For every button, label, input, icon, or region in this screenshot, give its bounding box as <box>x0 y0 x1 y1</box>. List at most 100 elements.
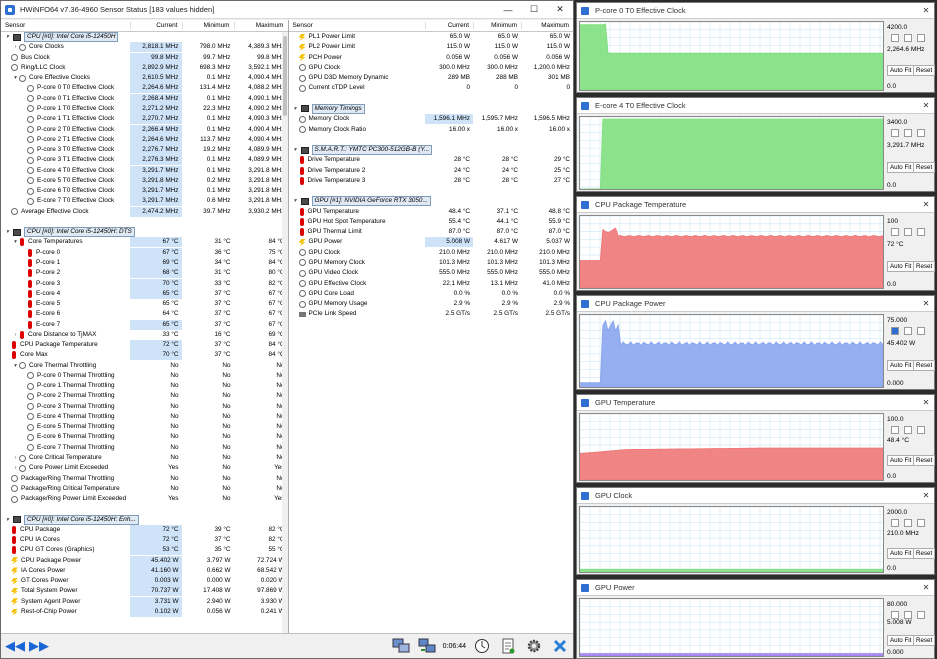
sensor-row[interactable]: Memory Clock 1,596.1 MHz 1,595.7 MHz 1,596.… <box>289 114 574 125</box>
sensor-row[interactable]: CPU GT Cores (Graphics) 53 °C 35 °C 55 °C <box>1 545 288 556</box>
graph-window[interactable]: P-core 0 T0 Effective Clock ✕ 4200.0 2,264.… <box>576 2 936 93</box>
auto-fit-button[interactable]: Auto Fit <box>887 162 915 173</box>
expand-arrow-icon[interactable]: ▾ <box>12 73 19 83</box>
sensor-row[interactable]: ▾ Core Temperatures 67 °C 31 °C 84 °C <box>1 237 288 248</box>
sensor-row[interactable]: › Core Critical Temperature No No No <box>1 453 288 463</box>
sensor-row[interactable]: GPU Power 5.008 W 4.617 W 5.037 W <box>289 237 574 248</box>
graph-checkbox[interactable] <box>891 228 899 236</box>
sensor-row[interactable]: E-core 4 Thermal Throttling No No No <box>1 412 288 422</box>
minimize-button[interactable]: — <box>495 1 521 19</box>
auto-fit-button[interactable]: Auto Fit <box>887 548 915 559</box>
graph-checkbox[interactable] <box>917 34 925 42</box>
maximum-column-header[interactable]: Maximum <box>233 22 288 29</box>
minimum-column-header[interactable]: Minimum <box>473 22 521 29</box>
sensor-row[interactable]: E-core 5 65 °C 37 °C 67 °C <box>1 299 288 309</box>
sensor-row[interactable]: Drive Temperature 28 °C 28 °C 29 °C <box>289 155 574 165</box>
graph-checkbox[interactable] <box>891 426 899 434</box>
graph-checkbox[interactable] <box>891 611 899 619</box>
sensor-row[interactable]: PCIe Link Speed 2.5 GT/s 2.5 GT/s 2.5 GT/s <box>289 309 574 319</box>
sensor-row[interactable]: CPU Package Power 45.402 W 3.797 W 72.724 W <box>1 555 288 566</box>
sensor-row[interactable]: P-core 3 Thermal Throttling No No No <box>1 402 288 412</box>
expand-arrow-icon[interactable]: › <box>12 330 19 340</box>
graph-checkbox[interactable] <box>904 611 912 619</box>
sensor-row[interactable]: E-core 6 Thermal Throttling No No No <box>1 432 288 442</box>
auto-fit-button[interactable]: Auto Fit <box>887 65 915 76</box>
sensor-row[interactable]: P-core 0 T1 Effective Clock 2,268.4 MHz 0.… <box>1 93 288 104</box>
sensor-row[interactable]: PL1 Power Limit 65.0 W 65.0 W 65.0 W <box>289 32 574 42</box>
expand-arrow-icon[interactable]: ▾ <box>12 361 19 371</box>
auto-fit-button[interactable]: Auto Fit <box>887 360 915 371</box>
graph-checkbox[interactable] <box>904 519 912 527</box>
graph-checkbox[interactable] <box>917 426 925 434</box>
graph-title-bar[interactable]: GPU Power ✕ <box>577 580 934 596</box>
expand-arrow-icon[interactable]: ▾ <box>292 196 299 206</box>
sensor-row[interactable]: E-core 7 65 °C 37 °C 67 °C <box>1 319 288 330</box>
graph-checkbox[interactable] <box>917 129 925 137</box>
sensor-group-header[interactable]: ▾ CPU [#0]: Intel Core i5-12450H: DTS <box>1 227 288 238</box>
graph-checkbox[interactable] <box>904 129 912 137</box>
graph-checkbox[interactable] <box>904 228 912 236</box>
graph-close-button[interactable]: ✕ <box>918 101 934 110</box>
graph-title-bar[interactable]: GPU Temperature ✕ <box>577 395 934 411</box>
graph-title-bar[interactable]: GPU Clock ✕ <box>577 488 934 504</box>
maximum-column-header[interactable]: Maximum <box>521 22 573 29</box>
sensor-group-header[interactable]: ▾ CPU [#0]: Intel Core i5-12450H <box>1 32 288 43</box>
sensor-row[interactable]: Ring/LLC Clock 2,892.9 MHz 698.3 MHz 3,592.… <box>1 62 288 73</box>
sensor-group-header[interactable]: ▾ GPU [#1]: NVIDIA GeForce RTX 3050... <box>289 196 574 207</box>
expand-arrow-icon[interactable]: ▾ <box>4 515 11 525</box>
graph-window[interactable]: CPU Package Temperature ✕ 100 72 °C Auto Fit… <box>576 196 936 291</box>
graph-title-bar[interactable]: E-core 4 T0 Effective Clock ✕ <box>577 98 934 114</box>
sensor-row[interactable]: P-core 0 Thermal Throttling No No No <box>1 371 288 381</box>
report-icon[interactable] <box>497 635 519 657</box>
expand-arrow-icon[interactable]: ▾ <box>292 145 299 155</box>
expand-arrow-icon[interactable]: ▾ <box>4 227 11 237</box>
sensor-row[interactable]: GPU Memory Clock 101.3 MHz 101.3 MHz 101.3 … <box>289 258 574 268</box>
reset-button[interactable]: Reset <box>913 548 936 559</box>
sensor-row[interactable]: Average Effective Clock 2,474.2 MHz 39.7 M… <box>1 206 288 217</box>
sensor-row[interactable]: P-core 1 69 °C 34 °C 84 °C <box>1 257 288 268</box>
graph-close-button[interactable]: ✕ <box>918 491 934 500</box>
sensor-row[interactable]: P-core 2 T1 Effective Clock 2,264.6 MHz 11… <box>1 134 288 145</box>
sensor-row[interactable]: GT Cores Power 0.003 W 0.000 W 0.020 W <box>1 576 288 587</box>
graph-window[interactable]: E-core 4 T0 Effective Clock ✕ 3400.0 3,291.… <box>576 97 936 192</box>
current-column-header[interactable]: Current <box>425 22 473 29</box>
sensor-row[interactable]: Current cTDP Level 0 0 0 <box>289 83 574 93</box>
sensor-row[interactable]: GPU Hot Spot Temperature 55.4 °C 44.1 °C 55… <box>289 217 574 227</box>
graph-checkbox[interactable] <box>891 327 899 335</box>
graph-checkbox[interactable] <box>904 426 912 434</box>
left-scrollbar-thumb[interactable] <box>282 36 287 116</box>
sensor-row[interactable]: Total System Power 70.737 W 17.408 W 97.869… <box>1 586 288 597</box>
sensor-row[interactable]: P-core 2 68 °C 31 °C 80 °C <box>1 268 288 279</box>
sensor-row[interactable]: GPU Thermal Limit 87.0 °C 87.0 °C 87.0 °C <box>289 227 574 237</box>
sensor-row[interactable]: PCH Power 0.056 W 0.056 W 0.056 W <box>289 53 574 63</box>
sensor-row[interactable]: E-core 7 Thermal Throttling No No No <box>1 443 288 453</box>
graph-checkbox[interactable] <box>917 327 925 335</box>
sensor-row[interactable]: Drive Temperature 2 24 °C 24 °C 25 °C <box>289 165 574 175</box>
sensor-group-header[interactable]: ▾ S.M.A.R.T.: YMTC PC300-512GB-B (Y... <box>289 145 574 156</box>
graph-checkbox[interactable] <box>904 327 912 335</box>
sensor-row[interactable]: GPU Temperature 48.4 °C 37.1 °C 48.8 °C <box>289 207 574 217</box>
minimum-column-header[interactable]: Minimum <box>181 22 234 29</box>
sensor-row[interactable]: ▾ Core Effective Clocks 2,610.5 MHz 0.1 MHz… <box>1 73 288 84</box>
graph-close-button[interactable]: ✕ <box>918 200 934 209</box>
sensor-row[interactable]: P-core 1 T1 Effective Clock 2,270.7 MHz 0.… <box>1 114 288 125</box>
expand-arrow-icon[interactable]: › <box>12 463 19 473</box>
graph-close-button[interactable]: ✕ <box>918 583 934 592</box>
expand-arrow-icon[interactable]: ▾ <box>12 237 19 247</box>
graph-checkbox[interactable] <box>917 611 925 619</box>
reset-button[interactable]: Reset <box>913 455 936 466</box>
sensor-row[interactable]: › Core Power Limit Exceeded Yes No Yes <box>1 463 288 473</box>
graph-checkbox[interactable] <box>904 34 912 42</box>
sensor-row[interactable]: Package/Ring Power Limit Exceeded Yes No Ye… <box>1 494 288 504</box>
sensor-row[interactable]: P-core 0 67 °C 36 °C 75 °C <box>1 247 288 258</box>
sensor-row[interactable]: GPU Core Load 0.0 % 0.0 % 0.0 % <box>289 289 574 299</box>
sensor-row[interactable]: System Agent Power 3.731 W 2.940 W 3.930 W <box>1 596 288 607</box>
graph-window[interactable]: CPU Package Power ✕ 75.000 45.402 W Auto Fit… <box>576 295 936 390</box>
graph-checkbox[interactable] <box>891 129 899 137</box>
clock-icon[interactable] <box>471 635 493 657</box>
sensor-row[interactable]: E-core 6 64 °C 37 °C 67 °C <box>1 309 288 319</box>
maximize-button[interactable]: ☐ <box>521 1 547 19</box>
graph-title-bar[interactable]: CPU Package Power ✕ <box>577 296 934 312</box>
graph-title-bar[interactable]: P-core 0 T0 Effective Clock ✕ <box>577 3 934 19</box>
sensor-row[interactable]: Package/Ring Thermal Throttling No No No <box>1 473 288 483</box>
